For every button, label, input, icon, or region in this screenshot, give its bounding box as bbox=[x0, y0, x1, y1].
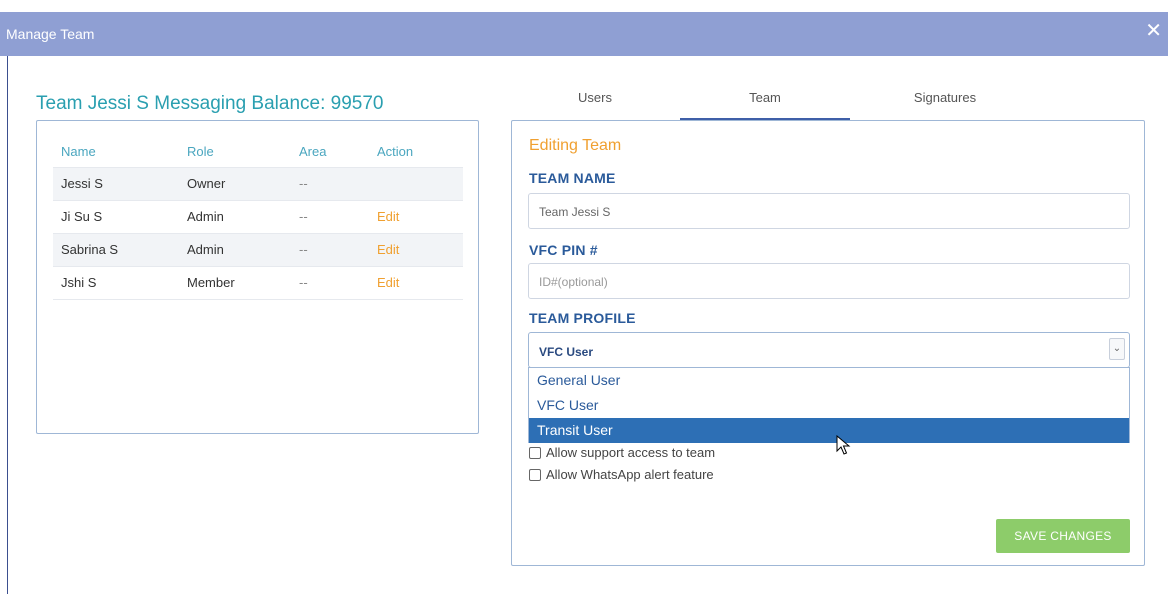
table-row: Jshi S Member -- Edit bbox=[53, 265, 463, 300]
whatsapp-alert-label: Allow WhatsApp alert feature bbox=[546, 467, 714, 482]
dialog-titlebar: Manage Team ✕ bbox=[0, 12, 1168, 56]
support-access-label: Allow support access to team bbox=[546, 445, 716, 460]
member-name: Jshi S bbox=[53, 265, 179, 300]
team-profile-label: TEAM PROFILE bbox=[529, 310, 636, 326]
whatsapp-alert-checkbox[interactable]: Allow WhatsApp alert feature bbox=[529, 467, 714, 482]
chevron-down-icon[interactable]: ⌄ bbox=[1109, 338, 1125, 360]
editing-team-heading: Editing Team bbox=[529, 137, 622, 154]
editing-team-panel: Editing Team TEAM NAME Team Jessi S VFC … bbox=[511, 120, 1145, 566]
vfc-pin-label: VFC PIN # bbox=[529, 242, 598, 258]
column-header-action: Action bbox=[377, 144, 414, 160]
column-header-role: Role bbox=[187, 144, 214, 160]
member-area: -- bbox=[291, 232, 369, 266]
messaging-balance-heading: Team Jessi S Messaging Balance: 99570 bbox=[36, 93, 384, 114]
edit-member-link[interactable]: Edit bbox=[369, 265, 463, 300]
dialog-title: Manage Team bbox=[6, 26, 95, 42]
save-changes-button[interactable]: SAVE CHANGES bbox=[996, 519, 1130, 553]
edit-member-link[interactable]: Edit bbox=[369, 232, 463, 266]
table-row: Sabrina S Admin -- Edit bbox=[53, 232, 463, 266]
table-header-row: Name Role Area Action bbox=[53, 137, 463, 167]
vfc-pin-input[interactable]: ID#(optional) bbox=[528, 263, 1130, 299]
table-row: Jessi S Owner -- bbox=[53, 166, 463, 200]
tab-team[interactable]: Team bbox=[680, 88, 850, 120]
support-access-checkbox[interactable]: Allow support access to team bbox=[529, 445, 715, 460]
profile-option-vfc-user[interactable]: VFC User bbox=[529, 393, 1129, 418]
manage-team-dialog: Manage Team ✕ Team Jessi S Messaging Bal… bbox=[0, 0, 1168, 594]
member-name: Jessi S bbox=[53, 166, 179, 200]
team-profile-dropdown: General User VFC User Transit User bbox=[528, 367, 1130, 443]
checkbox-icon[interactable] bbox=[529, 447, 541, 459]
team-members-panel: Name Role Area Action Jessi S Owner -- J… bbox=[36, 120, 479, 434]
column-header-name: Name bbox=[61, 144, 96, 160]
member-area: -- bbox=[291, 199, 369, 233]
tab-signatures[interactable]: Signatures bbox=[870, 88, 1020, 120]
mouse-cursor-icon bbox=[836, 435, 851, 455]
member-area: -- bbox=[291, 265, 369, 300]
team-profile-select[interactable]: VFC User ⌄ bbox=[528, 332, 1130, 368]
team-members-table: Name Role Area Action Jessi S Owner -- J… bbox=[53, 137, 463, 300]
member-action bbox=[369, 166, 463, 200]
edit-member-link[interactable]: Edit bbox=[369, 199, 463, 233]
table-row: Ji Su S Admin -- Edit bbox=[53, 199, 463, 233]
member-role: Admin bbox=[179, 232, 291, 266]
column-header-area: Area bbox=[299, 144, 327, 160]
close-icon[interactable]: ✕ bbox=[1145, 21, 1162, 41]
dialog-left-border bbox=[7, 56, 8, 594]
member-role: Admin bbox=[179, 199, 291, 233]
tab-users[interactable]: Users bbox=[540, 88, 650, 120]
team-name-label: TEAM NAME bbox=[529, 170, 616, 186]
member-name: Ji Su S bbox=[53, 199, 179, 233]
checkbox-icon[interactable] bbox=[529, 469, 541, 481]
team-name-input[interactable]: Team Jessi S bbox=[528, 193, 1130, 229]
member-area: -- bbox=[291, 166, 369, 200]
settings-tabs: Users Team Signatures bbox=[512, 88, 1128, 120]
profile-option-transit-user[interactable]: Transit User bbox=[529, 418, 1129, 443]
member-name: Sabrina S bbox=[53, 232, 179, 266]
member-role: Owner bbox=[179, 166, 291, 200]
member-role: Member bbox=[179, 265, 291, 300]
team-profile-selected-value: VFC User bbox=[539, 345, 594, 359]
profile-option-general-user[interactable]: General User bbox=[529, 368, 1129, 393]
